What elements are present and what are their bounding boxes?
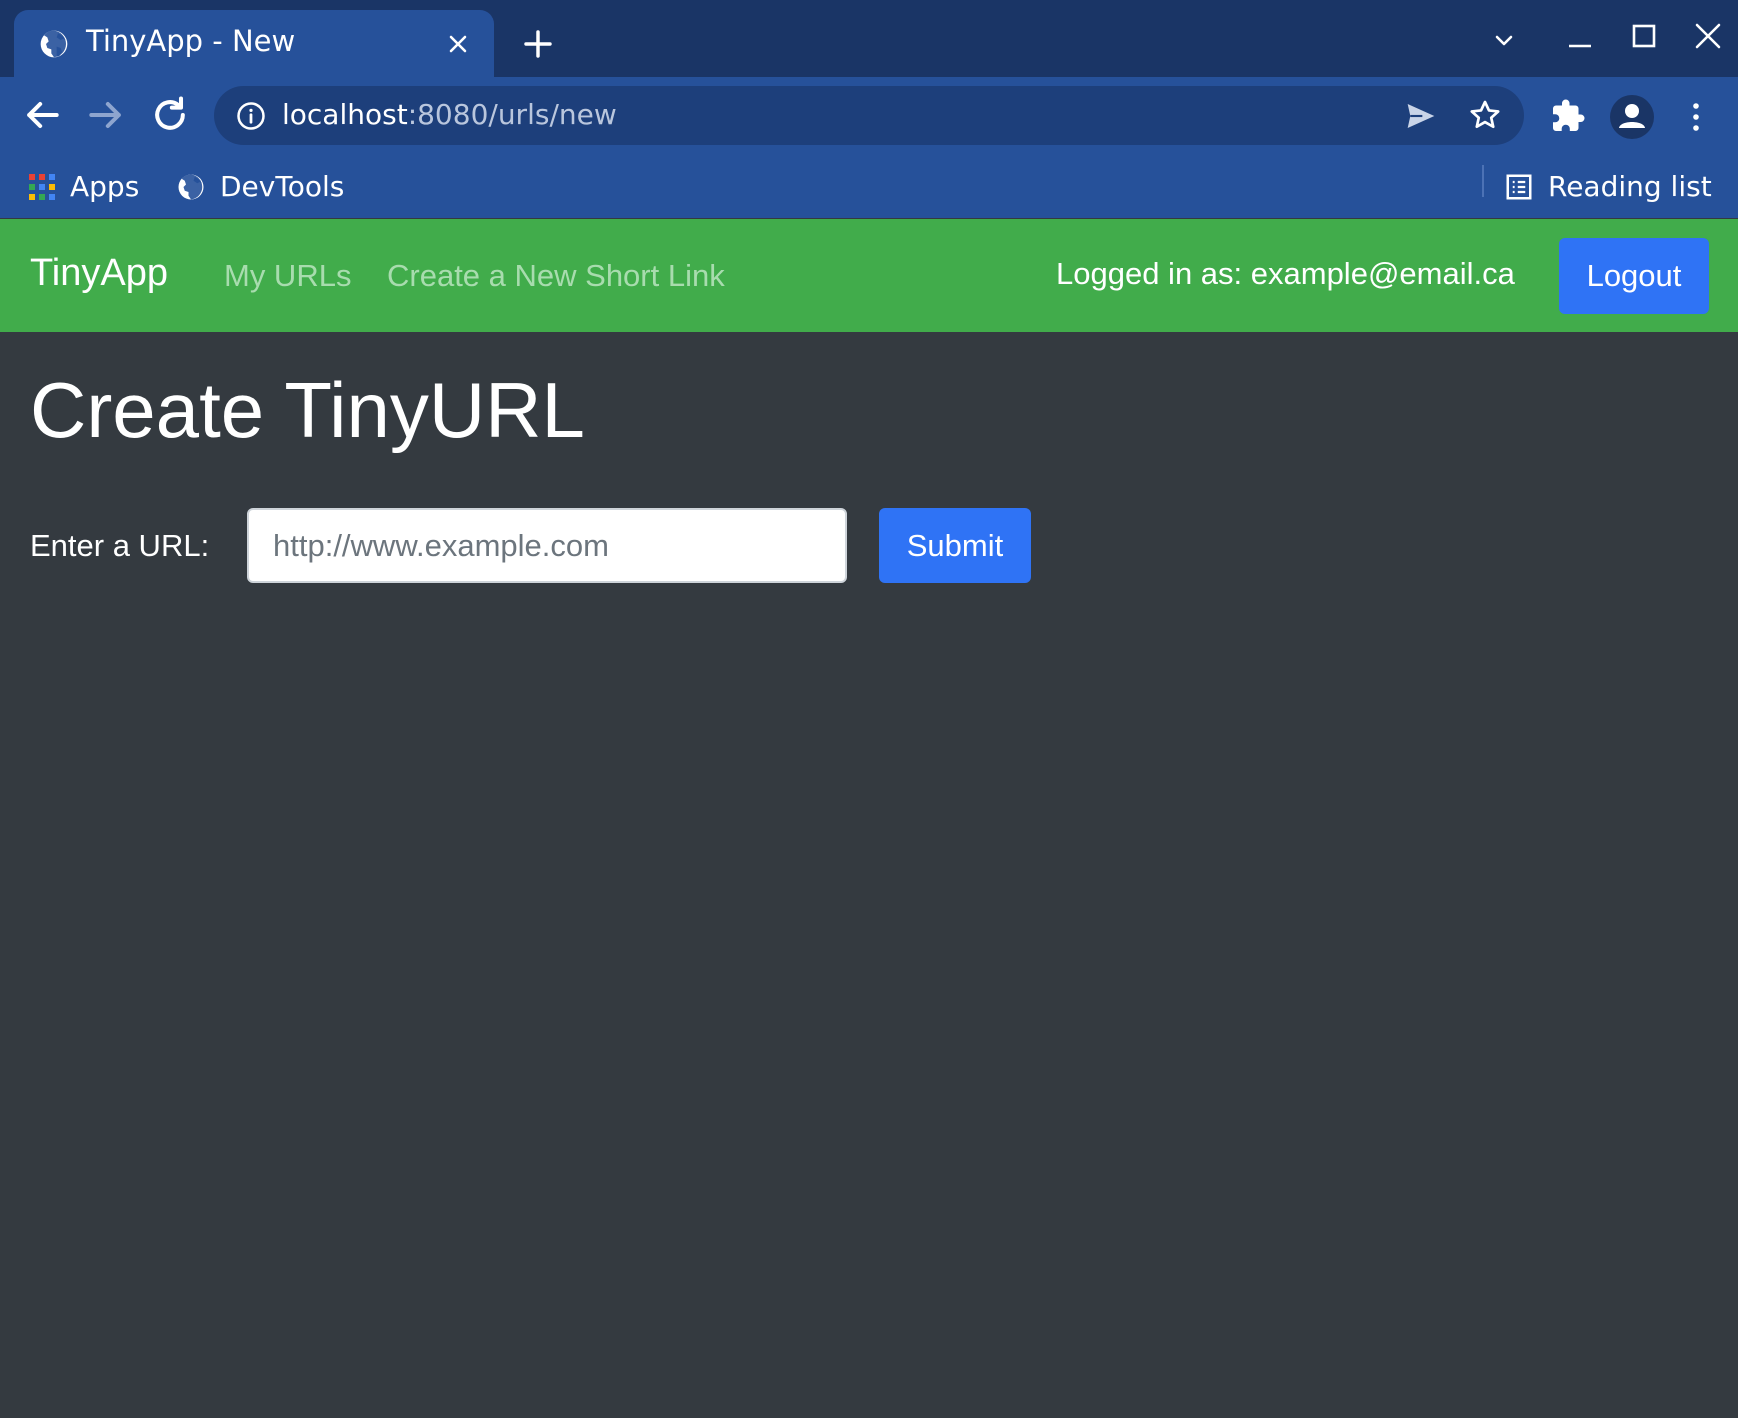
new-tab-icon[interactable] xyxy=(522,28,554,60)
logout-button[interactable]: Logout xyxy=(1559,238,1709,314)
submit-button[interactable]: Submit xyxy=(879,508,1031,583)
tab-title: TinyApp - New xyxy=(86,24,296,58)
reading-list-button[interactable]: Reading list xyxy=(1504,155,1712,218)
url-host: localhost xyxy=(282,98,408,131)
address-bar[interactable]: localhost:8080/urls/new xyxy=(214,86,1524,145)
app-navbar: TinyApp My URLs Create a New Short Link … xyxy=(0,219,1738,332)
bookmark-apps-label: Apps xyxy=(70,170,140,203)
site-info-icon[interactable] xyxy=(236,101,266,131)
globe-icon xyxy=(40,30,68,58)
browser-tab[interactable]: TinyApp - New xyxy=(14,10,494,77)
extensions-puzzle-icon[interactable] xyxy=(1550,98,1586,134)
bookmark-devtools[interactable]: DevTools xyxy=(176,155,344,218)
page-title: Create TinyURL xyxy=(30,366,585,454)
bookmark-apps[interactable]: Apps xyxy=(28,155,139,218)
minimize-icon[interactable] xyxy=(1560,20,1600,60)
bookmarks-divider xyxy=(1482,165,1484,197)
close-tab-icon[interactable] xyxy=(446,32,470,56)
nav-link-create-short-link[interactable]: Create a New Short Link xyxy=(387,258,725,294)
globe-icon xyxy=(178,174,204,199)
bookmark-star-icon[interactable] xyxy=(1468,98,1502,132)
back-arrow-icon[interactable] xyxy=(20,93,64,137)
reading-list-label: Reading list xyxy=(1548,170,1712,203)
send-tab-icon[interactable] xyxy=(1404,100,1438,132)
reload-icon[interactable] xyxy=(148,93,192,137)
profile-avatar-icon[interactable] xyxy=(1610,95,1654,139)
browser-toolbar: localhost:8080/urls/new Apps DevTools Re… xyxy=(0,77,1738,218)
maximize-icon[interactable] xyxy=(1624,20,1664,60)
url-field-label: Enter a URL: xyxy=(30,528,210,563)
apps-grid-icon xyxy=(29,173,55,200)
address-url[interactable]: localhost:8080/urls/new xyxy=(282,98,617,131)
reading-list-icon xyxy=(1506,174,1532,199)
long-url-input[interactable] xyxy=(247,508,847,583)
browser-menu-icon[interactable] xyxy=(1684,97,1708,137)
close-window-icon[interactable] xyxy=(1688,20,1728,60)
bookmarks-bar: Apps DevTools Reading list xyxy=(0,155,1738,218)
url-path: :8080/urls/new xyxy=(407,98,617,131)
browser-titlebar: TinyApp - New xyxy=(0,0,1738,77)
brand-link[interactable]: TinyApp xyxy=(30,252,168,295)
nav-link-my-urls[interactable]: My URLs xyxy=(224,258,351,294)
bookmark-devtools-label: DevTools xyxy=(220,170,345,203)
logged-in-status: Logged in as: example@email.ca xyxy=(1056,256,1515,291)
tab-search-icon[interactable] xyxy=(1484,20,1524,60)
forward-arrow-icon[interactable] xyxy=(84,93,128,137)
